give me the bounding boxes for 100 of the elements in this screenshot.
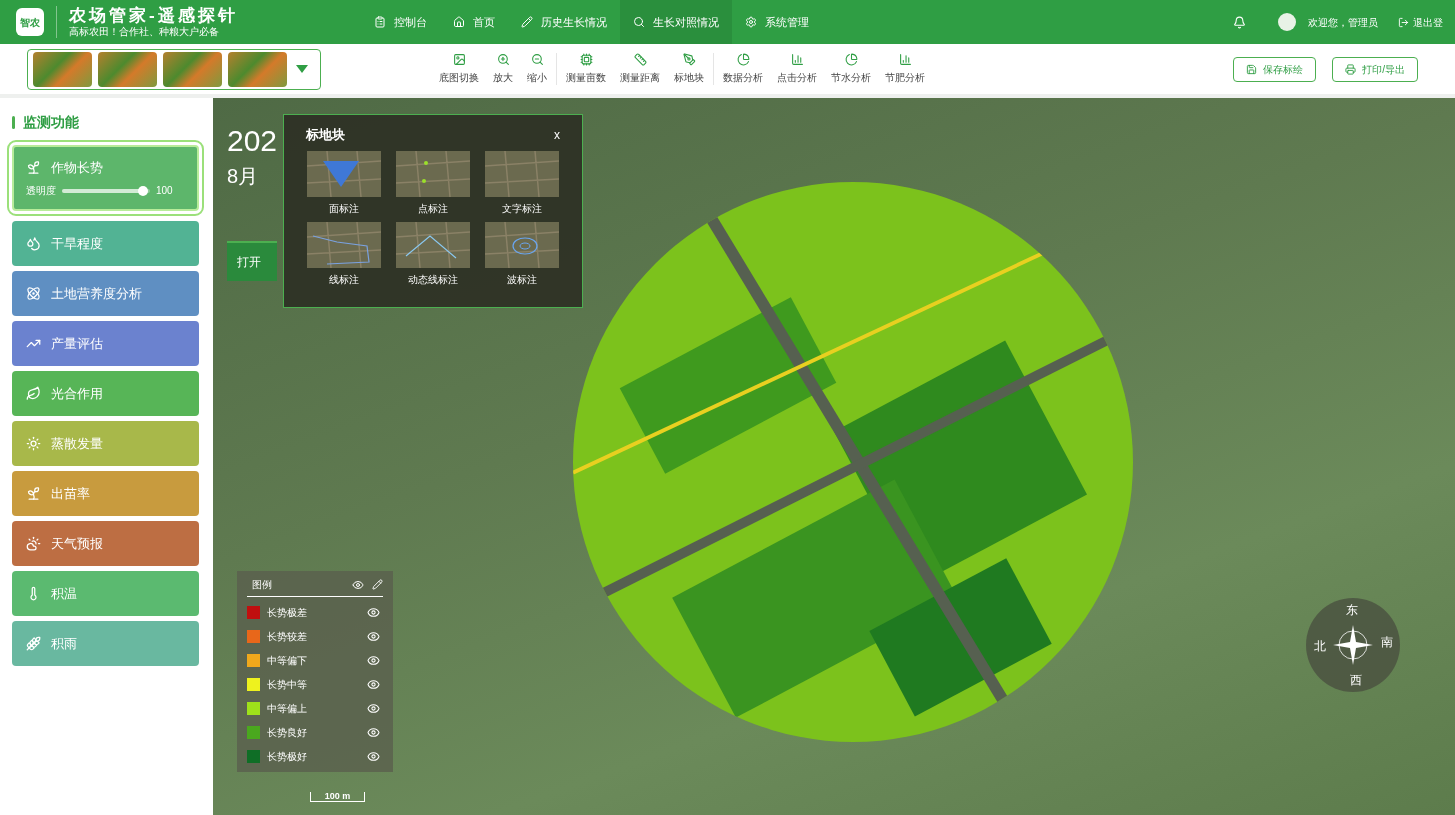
legend-label: 长势较差 (267, 629, 307, 644)
eye-icon[interactable] (367, 629, 380, 643)
compass-label: 东 (1346, 604, 1358, 616)
close-button[interactable]: x (554, 125, 560, 144)
card-label: 积雨 (51, 634, 77, 653)
image-icon (452, 53, 466, 66)
ruler-icon (633, 53, 647, 66)
wheat-icon (26, 636, 41, 651)
card-label: 蒸散发量 (51, 434, 103, 453)
seedling-icon (26, 486, 41, 501)
cloud-sun-icon (26, 536, 41, 551)
legend-label: 中等偏下 (267, 653, 307, 668)
annotation-option[interactable]: 点标注 (395, 150, 471, 216)
action-button[interactable]: 打印/导出 (1332, 56, 1418, 82)
card-label: 出苗率 (51, 484, 90, 503)
bar-chart-icon (790, 53, 804, 66)
compass-widget[interactable]: 东 南 西 北 (1306, 598, 1400, 692)
annotation-option[interactable]: 面标注 (306, 150, 382, 216)
ndvi-thumbnail[interactable] (33, 51, 92, 87)
legend-label: 长势极好 (267, 749, 307, 764)
ndvi-thumbnail[interactable] (98, 51, 157, 87)
chip-icon (579, 53, 593, 66)
sprout-icon (26, 160, 41, 175)
nav-tab[interactable]: 生长对照情况 (619, 0, 732, 44)
annotation-option[interactable]: 动态线标注 (395, 221, 471, 287)
compass-label: 北 (1314, 640, 1326, 652)
logo: 智农 (16, 8, 44, 36)
eye-icon[interactable] (367, 605, 380, 619)
card-label: 干旱程度 (51, 234, 103, 253)
logout-icon (1398, 16, 1409, 28)
card-label: 土地营养度分析 (51, 284, 142, 303)
home-icon (452, 16, 465, 28)
eye-icon[interactable] (367, 725, 380, 739)
legend-label: 长势良好 (267, 725, 307, 740)
pencil-icon (520, 16, 533, 28)
clipboard-icon (373, 16, 386, 28)
toolbar-button[interactable]: 缩小 (524, 53, 550, 85)
section-title: 监测功能 (23, 113, 79, 132)
caret-icon[interactable] (296, 65, 308, 73)
slider-value: 100 (156, 184, 173, 199)
scale-label: 100 m (324, 792, 351, 801)
card-label: 作物长势 (51, 158, 103, 177)
app-title: 农场管家-遥感探针 (69, 6, 238, 26)
annotation-option[interactable]: 波标注 (484, 221, 560, 287)
ndvi-thumbnail[interactable] (228, 51, 287, 87)
card-label: 产量评估 (51, 334, 103, 353)
ndvi-thumbnail[interactable] (163, 51, 222, 87)
compass-rose-icon (1333, 625, 1373, 665)
toolbar-button[interactable]: 数据分析 (720, 53, 766, 85)
printer-icon (1345, 63, 1357, 75)
annotation-option[interactable]: 文字标注 (484, 150, 560, 216)
toolbar-button[interactable]: 节水分析 (828, 53, 874, 85)
legend-label: 长势极差 (267, 605, 307, 620)
card-label: 光合作用 (51, 384, 103, 403)
compass-label: 西 (1350, 674, 1362, 686)
annotation-option[interactable]: 线标注 (306, 221, 382, 287)
slider-thumb[interactable] (137, 185, 148, 196)
sun-icon (26, 436, 41, 451)
zoom-in-icon (496, 53, 510, 66)
toolbar-button[interactable]: 点击分析 (774, 53, 820, 85)
atom-icon (26, 286, 41, 301)
save-icon (1246, 63, 1258, 75)
card-label: 积温 (51, 584, 77, 603)
title-accent (12, 116, 15, 129)
satellite-map-placeholder[interactable]: 202 8月 打开 标地块 x 面标注 点标注 文字标注 线标注 动态线标注 波标注 图例 长势极差 长势较差 中等偏下 长势中等 中等偏上 长势良好 长势极好 东 南 西 北 100 m (213, 98, 1455, 815)
open-button[interactable]: 打开 (227, 241, 277, 281)
eye-icon[interactable] (367, 653, 380, 667)
eye-icon[interactable] (352, 578, 364, 591)
toolbar-button[interactable]: 测量距离 (617, 53, 663, 85)
action-button[interactable]: 保存标绘 (1233, 56, 1317, 82)
layer-picker[interactable] (27, 48, 321, 90)
slider-label: 透明度 (26, 184, 56, 199)
date-month: 8月 (227, 166, 260, 186)
eye-icon[interactable] (367, 749, 380, 763)
compass-label: 南 (1381, 636, 1393, 648)
card-label: 天气预报 (51, 534, 103, 553)
toolbar-button[interactable]: 测量亩数 (563, 53, 609, 85)
avatar[interactable] (1278, 13, 1296, 31)
toolbar-button[interactable]: 节肥分析 (882, 53, 928, 85)
eye-icon[interactable] (367, 701, 380, 715)
pencil-icon[interactable] (372, 579, 383, 590)
bar-chart-icon (898, 53, 912, 66)
pen-icon (682, 53, 696, 66)
pie-chart-icon (844, 53, 858, 66)
monitor-card[interactable]: 天气预报 (12, 521, 199, 566)
monitor-card[interactable]: 产量评估 (12, 321, 199, 366)
welcome-text: 欢迎您，管理员 (1308, 15, 1378, 30)
popup-title: 标地块 (306, 126, 345, 144)
gear-icon (744, 16, 757, 28)
toolbar-button[interactable]: 标地块 (671, 53, 707, 85)
eye-icon[interactable] (367, 677, 380, 691)
toolbar-button[interactable]: 底图切换 (436, 53, 482, 85)
leaf-icon (26, 386, 41, 401)
droplet-icon (26, 236, 41, 251)
app-subtitle: 高标农田！合作社、种粮大户必备 (69, 26, 220, 38)
legend-label: 中等偏上 (267, 701, 307, 716)
bell-icon[interactable] (1233, 15, 1246, 29)
search-icon (632, 16, 645, 28)
legend-title: 图例 (252, 578, 272, 592)
toolbar-button[interactable]: 放大 (490, 53, 516, 85)
